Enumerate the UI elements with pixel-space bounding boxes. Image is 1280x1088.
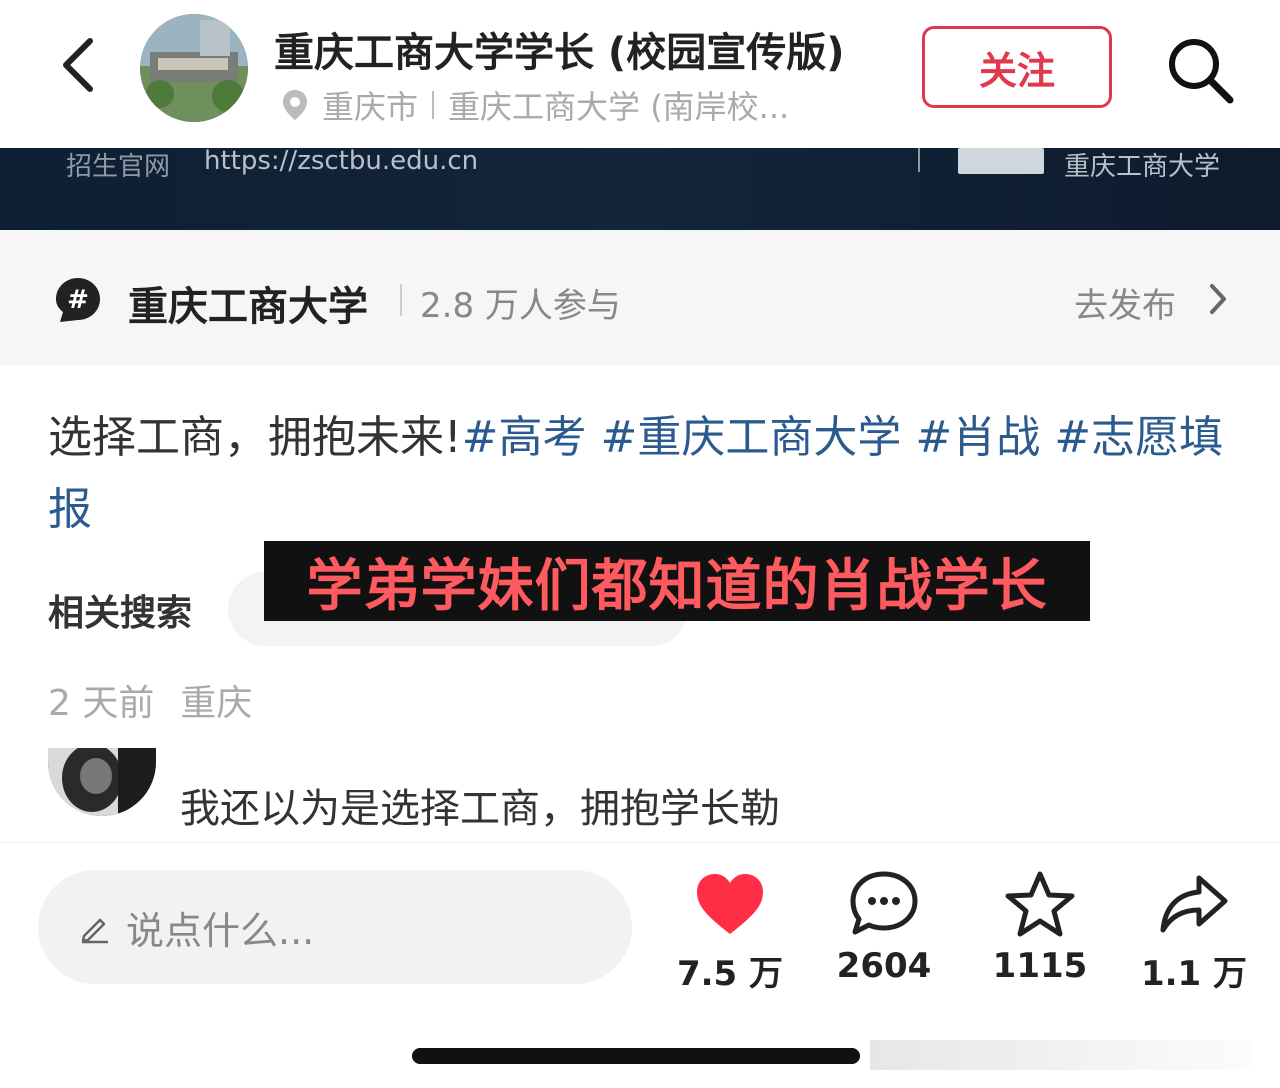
post-meta: 2 天前 重庆: [48, 674, 252, 726]
hashtag-icon: #: [56, 278, 100, 322]
location-city: 重庆市: [322, 88, 419, 126]
banner-url: https://zsctbu.edu.cn: [204, 148, 479, 176]
pencil-icon: [81, 918, 108, 944]
share-arrow-icon: [1160, 875, 1228, 933]
search-icon: [1169, 39, 1234, 104]
topic-name[interactable]: 重庆工商大学: [128, 274, 368, 332]
banner-label: 招生官网: [66, 152, 171, 182]
related-search-label: 相关搜索: [48, 593, 193, 634]
banner-right-text: 重庆工商大学: [1064, 152, 1221, 182]
tag-xiaozhan[interactable]: #肖战: [915, 412, 1040, 463]
tag-ctbu[interactable]: #重庆工商大学: [601, 412, 902, 463]
topic-participants: 2.8 万人参与: [420, 286, 621, 326]
location-row[interactable]: 重庆市 重庆工商大学 (南岸校...: [282, 82, 789, 128]
comment-count: 2604: [836, 946, 932, 986]
post-time: 2 天前: [48, 683, 155, 724]
follow-button[interactable]: 关注: [922, 26, 1112, 108]
back-button[interactable]: [48, 30, 108, 100]
comment-bubble-icon: [850, 871, 918, 935]
post-content: 选择工商，拥抱未来!#高考 #重庆工商大学 #肖战 #志愿填报: [48, 402, 1238, 546]
comment-button[interactable]: 2604: [824, 868, 944, 988]
comment-text: 我还以为是选择工商，拥抱学长勒: [180, 786, 780, 832]
location-pin-icon: [283, 90, 307, 120]
favorite-count: 1115: [992, 946, 1088, 986]
svg-text:#: #: [67, 285, 89, 315]
comment-input-placeholder: 说点什么...: [126, 908, 315, 953]
commenter-avatar-image: [48, 748, 156, 816]
comment-input[interactable]: 说点什么...: [38, 870, 632, 984]
back-arrow-icon: [63, 38, 93, 92]
qr-code-icon: [958, 148, 1044, 174]
watermark: [870, 1040, 1250, 1070]
location-place: 重庆工商大学 (南岸校...: [448, 88, 790, 126]
topic-publish-link[interactable]: 去发布: [1074, 278, 1176, 327]
share-button[interactable]: 1.1 万: [1134, 868, 1254, 994]
share-count: 1.1 万: [1140, 954, 1248, 994]
avatar-image: [140, 14, 248, 122]
commenter-avatar[interactable]: [48, 748, 156, 816]
account-title: 重庆工商大学学长 (校园宣传版): [274, 30, 845, 76]
like-count: 7.5 万: [676, 954, 784, 994]
heart-icon: [697, 874, 763, 934]
search-button[interactable]: [1160, 30, 1240, 110]
star-icon: [1005, 871, 1075, 937]
topic-divider: [400, 284, 402, 316]
post-place: 重庆: [180, 683, 253, 724]
home-indicator[interactable]: [412, 1048, 860, 1064]
location-divider: [432, 91, 435, 119]
post-text: 选择工商，拥抱未来!: [48, 412, 462, 463]
account-avatar[interactable]: [140, 14, 248, 122]
promo-banner[interactable]: 招生官网 https://zsctbu.edu.cn 重庆工商大学: [0, 148, 1280, 230]
overlay-caption: 学弟学妹们都知道的肖战学长: [264, 541, 1090, 621]
top-header: 重庆工商大学学长 (校园宣传版) 重庆市 重庆工商大学 (南岸校... 关注: [0, 0, 1280, 148]
like-button[interactable]: 7.5 万: [670, 868, 790, 994]
banner-divider: [918, 148, 920, 172]
chevron-right-icon[interactable]: [1204, 282, 1232, 316]
tag-gaokao[interactable]: #高考: [462, 412, 587, 463]
favorite-button[interactable]: 1115: [980, 868, 1100, 988]
